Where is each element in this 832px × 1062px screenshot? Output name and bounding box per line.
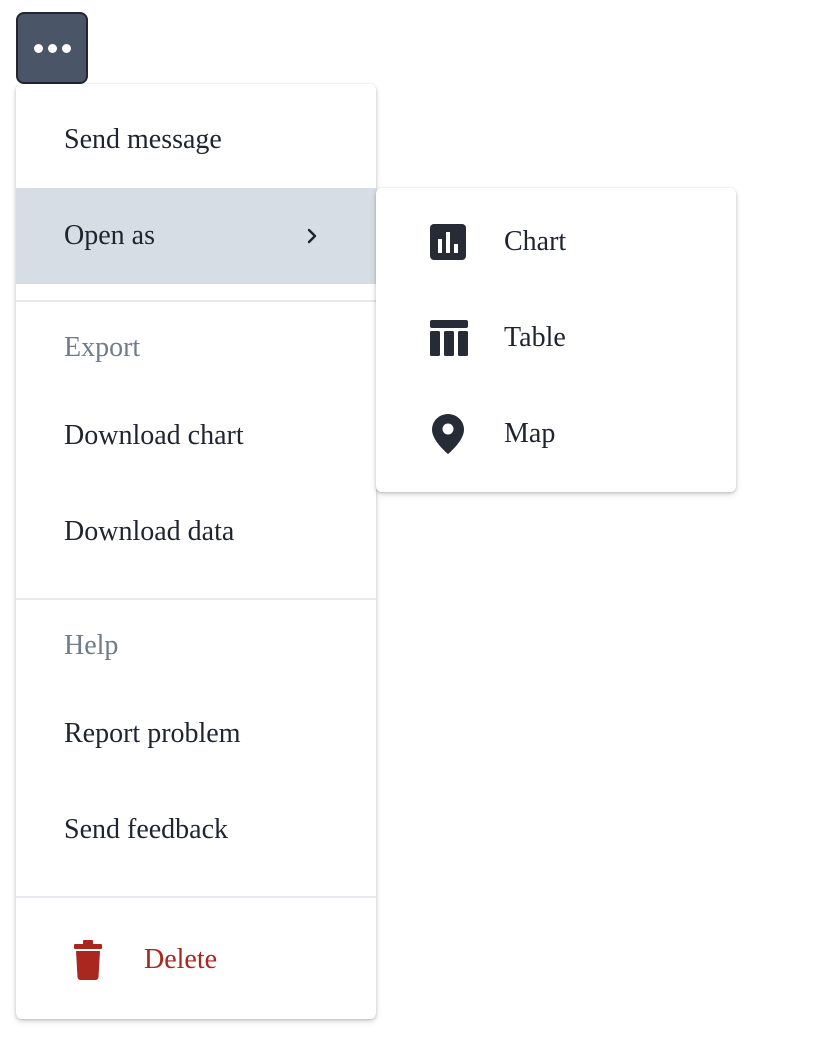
open-as-submenu: Chart Table Map (376, 188, 736, 492)
menu-item-download-chart[interactable]: Download chart (16, 388, 376, 484)
trash-icon (72, 940, 104, 980)
chevron-right-icon (304, 228, 320, 244)
menu-item-label: Send message (64, 124, 222, 155)
menu-item-label: Send feedback (64, 814, 229, 845)
menu-item-label: Download data (64, 516, 235, 547)
submenu-item-table[interactable]: Table (376, 290, 736, 386)
submenu-item-label: Table (504, 322, 566, 353)
submenu-item-map[interactable]: Map (376, 386, 736, 482)
bar-chart-icon (430, 224, 466, 260)
submenu-item-label: Map (504, 418, 556, 449)
menu-divider (16, 300, 376, 302)
table-icon (430, 320, 468, 356)
menu-item-delete[interactable]: Delete (16, 900, 376, 1020)
more-options-button[interactable] (16, 12, 88, 84)
submenu-item-label: Chart (504, 226, 567, 257)
more-horizontal-icon (33, 43, 71, 53)
menu-item-label: Report problem (64, 718, 241, 749)
map-pin-icon (432, 414, 464, 454)
menu-item-report-problem[interactable]: Report problem (16, 686, 376, 782)
menu-item-send-message[interactable]: Send message (16, 92, 376, 188)
menu-item-label: Download chart (64, 420, 244, 451)
section-heading-help: Help (64, 630, 119, 661)
submenu-item-chart[interactable]: Chart (376, 194, 736, 290)
menu-item-open-as[interactable]: Open as (16, 188, 376, 284)
menu-item-download-data[interactable]: Download data (16, 484, 376, 580)
menu-item-send-feedback[interactable]: Send feedback (16, 782, 376, 878)
section-heading-export: Export (64, 332, 141, 363)
menu-divider (16, 896, 376, 898)
context-menu: Send message Open as Export Download cha… (16, 84, 376, 1019)
menu-divider (16, 598, 376, 600)
menu-item-label: Open as (64, 220, 155, 251)
menu-item-label: Delete (144, 944, 218, 975)
